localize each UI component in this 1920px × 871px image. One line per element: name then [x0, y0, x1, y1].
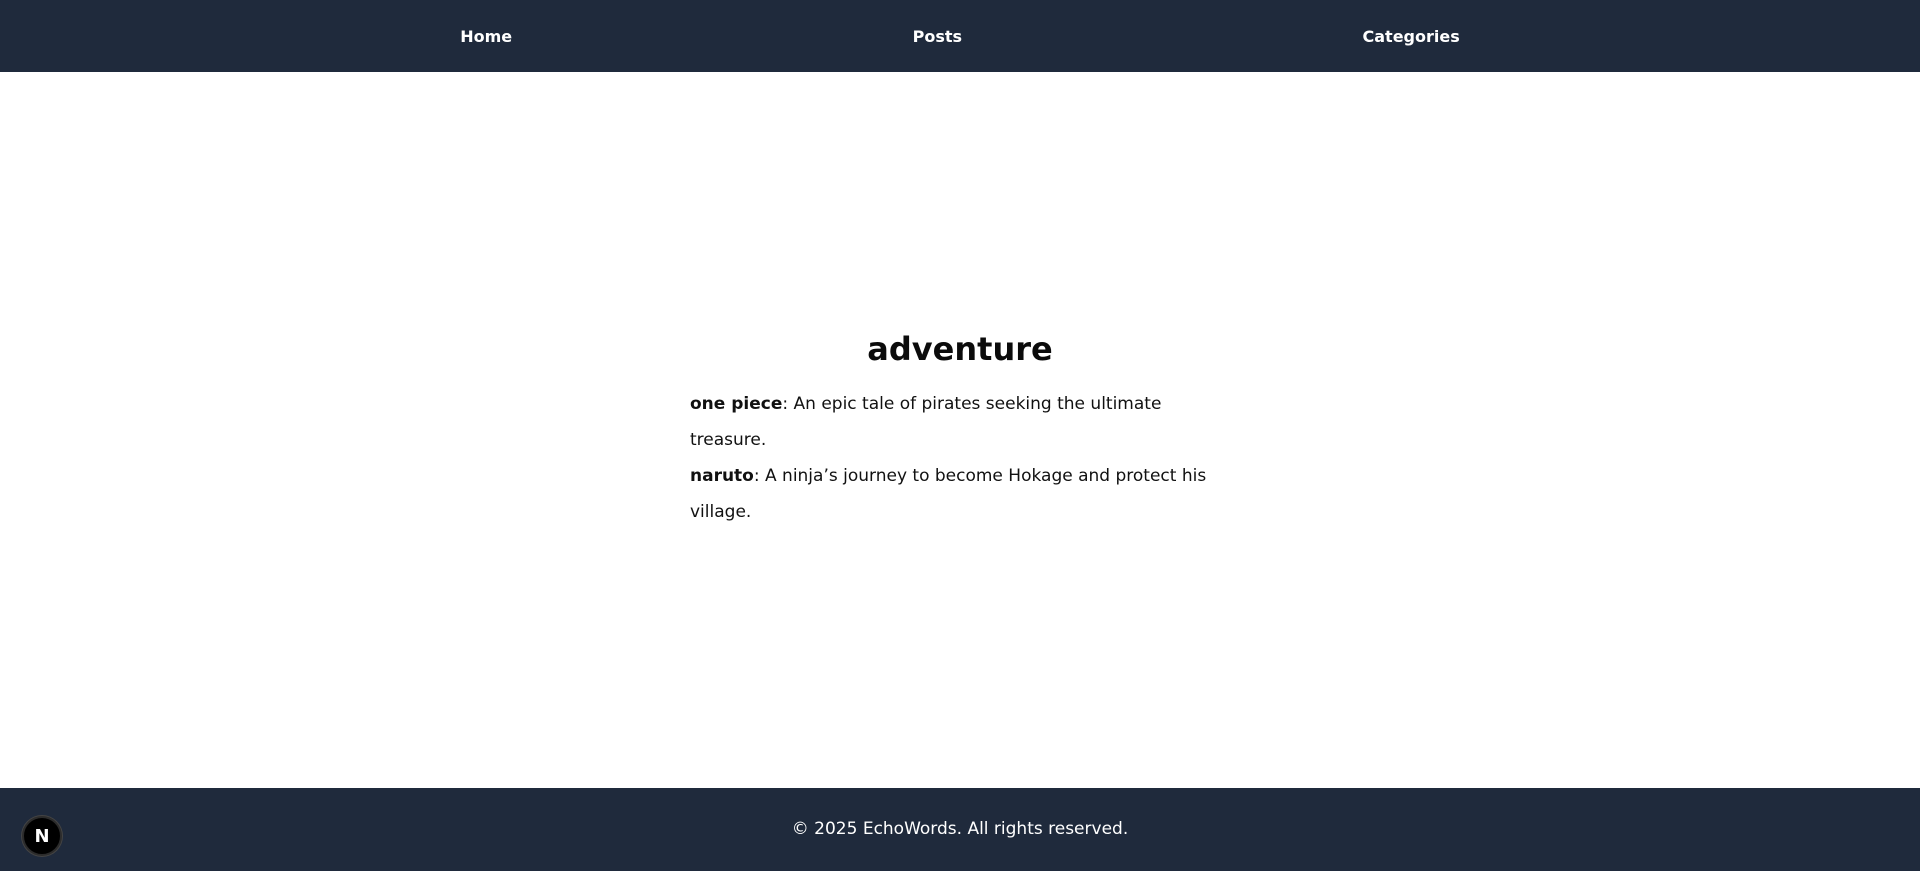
category-title: adventure — [867, 330, 1053, 368]
entry-name: one piece — [690, 394, 783, 414]
entry-list: one piece: An epic tale of pirates seeki… — [690, 386, 1230, 530]
nextjs-dev-indicator-icon[interactable]: N — [22, 816, 62, 856]
nav-link-home[interactable]: Home — [460, 27, 512, 46]
top-navbar: Home Posts Categories — [0, 0, 1920, 72]
nav-link-categories[interactable]: Categories — [1363, 27, 1460, 46]
footer: © 2025 EchoWords. All rights reserved. — [0, 788, 1920, 871]
page: Home Posts Categories adventure one piec… — [0, 0, 1920, 871]
entry-description: : A ninja’s journey to become Hokage and… — [690, 466, 1207, 522]
entry-name: naruto — [690, 466, 754, 486]
nav-link-posts[interactable]: Posts — [913, 27, 962, 46]
footer-copyright: © 2025 EchoWords. All rights reserved. — [791, 818, 1129, 839]
list-item: one piece: An epic tale of pirates seeki… — [690, 386, 1230, 458]
list-item: naruto: A ninja’s journey to become Hoka… — [690, 458, 1230, 530]
main-content: adventure one piece: An epic tale of pir… — [0, 72, 1920, 788]
